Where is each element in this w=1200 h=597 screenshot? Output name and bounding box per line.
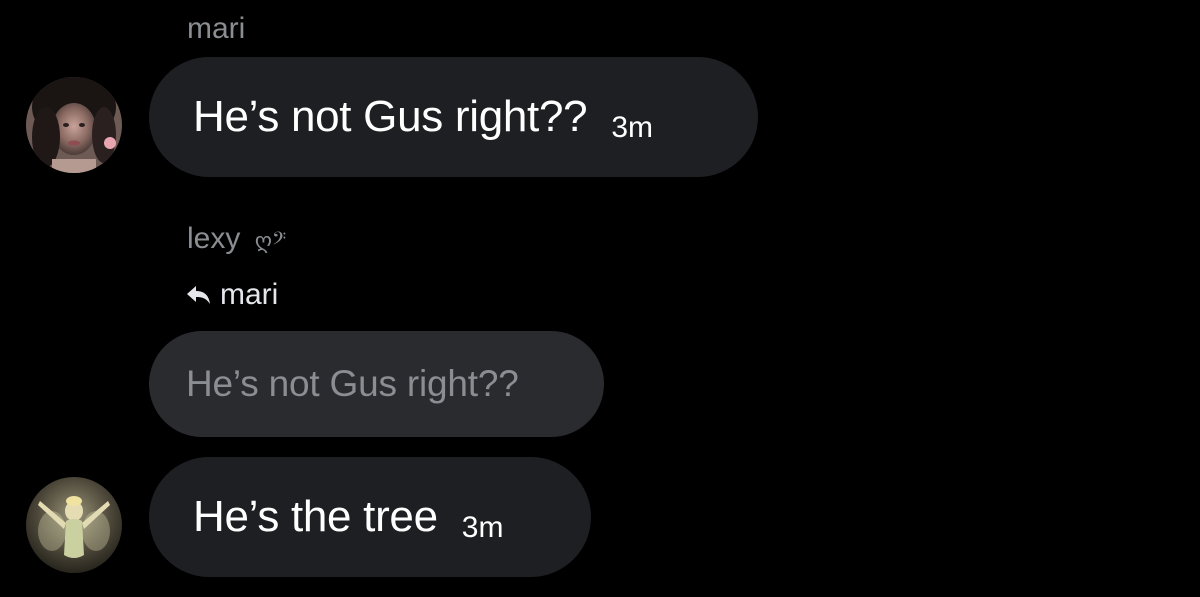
sender-name-text: lexy	[187, 222, 241, 255]
avatar-mari[interactable]	[26, 77, 122, 173]
quoted-message[interactable]: He’s not Gus right??	[149, 331, 604, 437]
message-bubble[interactable]: He’s not Gus right?? 3m	[149, 57, 758, 177]
message-bubble[interactable]: He’s the tree 3m	[149, 457, 591, 577]
reply-indicator[interactable]: mari	[186, 278, 278, 312]
sender-name-mari[interactable]: mari	[187, 14, 245, 44]
reply-arrow-icon	[186, 284, 212, 306]
message-timestamp: 3m	[611, 111, 653, 144]
quoted-message-text: He’s not Gus right??	[186, 363, 519, 404]
message-text: He’s not Gus right??	[193, 92, 588, 141]
sender-name-lexy[interactable]: lexy ღ𝄢	[187, 224, 286, 254]
reply-to-name: mari	[220, 278, 279, 311]
message-text: He’s the tree	[193, 492, 438, 541]
sender-name-emoji: ღ𝄢	[254, 229, 287, 254]
message-timestamp: 3m	[461, 511, 504, 544]
avatar-lexy[interactable]	[26, 477, 122, 573]
